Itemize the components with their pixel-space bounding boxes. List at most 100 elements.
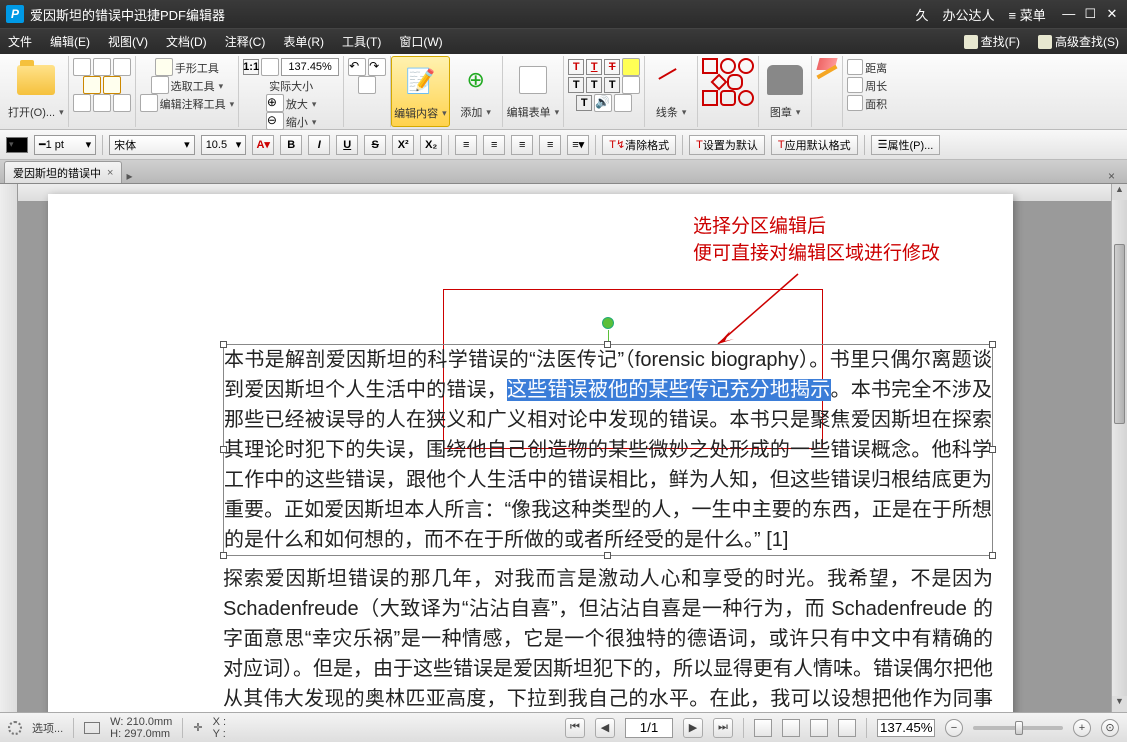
- menu-window[interactable]: 窗口(W): [399, 33, 442, 50]
- attach-icon[interactable]: [622, 76, 640, 94]
- clear-format-button[interactable]: T↯ 清除格式: [602, 135, 676, 155]
- menu-tools[interactable]: 工具(T): [342, 33, 381, 50]
- text-icon[interactable]: T: [576, 95, 592, 111]
- resize-handle-n[interactable]: [604, 341, 611, 348]
- align-more-button[interactable]: ≡▾: [567, 135, 589, 155]
- polygon-icon[interactable]: [711, 74, 728, 91]
- options-icon[interactable]: [8, 721, 22, 735]
- set-default-button[interactable]: T 设置为默认: [689, 135, 765, 155]
- print-icon[interactable]: [93, 58, 111, 76]
- fit-page-icon[interactable]: [261, 58, 279, 76]
- strike-icon[interactable]: T: [604, 59, 620, 75]
- view-facing-cont-icon[interactable]: [838, 719, 856, 737]
- strike-button[interactable]: S: [364, 135, 386, 155]
- scroll-thumb[interactable]: [1114, 244, 1125, 424]
- zoom-out-icon[interactable]: ⊖: [266, 112, 284, 130]
- rotate-right-icon[interactable]: ↷: [368, 58, 386, 76]
- align-left-button[interactable]: ≡: [455, 135, 477, 155]
- callout-icon[interactable]: T: [586, 77, 602, 93]
- fill-color-swatch[interactable]: [6, 137, 28, 153]
- roundrect-icon[interactable]: [720, 90, 736, 106]
- area-icon[interactable]: [847, 95, 863, 111]
- menu-view[interactable]: 视图(V): [108, 33, 148, 50]
- rotate-left-icon[interactable]: ↶: [348, 58, 366, 76]
- zoom-in-button[interactable]: +: [1073, 719, 1091, 737]
- underline-icon[interactable]: T: [586, 59, 602, 75]
- font-color-button[interactable]: A▾: [252, 135, 274, 155]
- resize-handle-sw[interactable]: [220, 552, 227, 559]
- next-page-button[interactable]: ▶: [683, 718, 703, 738]
- page-icon[interactable]: [358, 76, 376, 94]
- select-icon[interactable]: [151, 76, 169, 94]
- ellipse-icon[interactable]: [738, 90, 754, 106]
- zoom-in-icon[interactable]: ⊕: [266, 94, 284, 112]
- oval-icon[interactable]: [720, 58, 736, 74]
- square-icon[interactable]: [702, 90, 718, 106]
- maximize-button[interactable]: ☐: [1081, 6, 1099, 22]
- zoom-slider-thumb[interactable]: [1015, 721, 1023, 735]
- selected-text-block[interactable]: 本书是解剖爱因斯坦的科学错误的“法医传记”（forensic biography…: [223, 344, 993, 556]
- menu-file[interactable]: 文件: [8, 33, 32, 50]
- view-single-icon[interactable]: [754, 719, 772, 737]
- bold-button[interactable]: B: [280, 135, 302, 155]
- document-area[interactable]: 选择分区编辑后 便可直接对编辑区域进行修改 本书是解剖爱因斯坦的科学错误的“法医…: [18, 184, 1111, 712]
- font-size-combo[interactable]: 10.5 ▾: [201, 135, 247, 155]
- superscript-button[interactable]: X²: [392, 135, 414, 155]
- edit-comment-icon[interactable]: [140, 94, 158, 112]
- undo-icon[interactable]: [83, 76, 101, 94]
- cloud-icon[interactable]: [727, 74, 743, 90]
- prev-page-button[interactable]: ◀: [595, 718, 615, 738]
- user-label[interactable]: 办公达人: [943, 5, 995, 24]
- resize-handle-nw[interactable]: [220, 341, 227, 348]
- resize-handle-se[interactable]: [989, 552, 996, 559]
- zoom-combo[interactable]: [877, 719, 935, 737]
- resize-handle-w[interactable]: [220, 446, 227, 453]
- resize-handle-ne[interactable]: [989, 341, 996, 348]
- actual-size-icon[interactable]: 1:1: [243, 59, 259, 75]
- redo-icon[interactable]: [103, 76, 121, 94]
- document-tab[interactable]: 爱因斯坦的错误中 ×: [4, 161, 122, 183]
- underline-button[interactable]: U: [336, 135, 358, 155]
- subscript-button[interactable]: X₂: [420, 135, 442, 155]
- first-page-button[interactable]: ⏮: [565, 718, 585, 738]
- goto-icon[interactable]: [113, 94, 131, 112]
- add-group[interactable]: ⊕ 添加: [450, 56, 503, 127]
- video-icon[interactable]: [614, 94, 632, 112]
- menu-edit[interactable]: 编辑(E): [50, 33, 90, 50]
- resize-handle-e[interactable]: [989, 446, 996, 453]
- last-page-button[interactable]: ⏭: [713, 718, 733, 738]
- user-icon[interactable]: 久: [916, 5, 929, 24]
- fit-button[interactable]: ⊙: [1101, 719, 1119, 737]
- lines-group[interactable]: 线条: [645, 56, 698, 127]
- distance-icon[interactable]: [847, 59, 863, 75]
- typewriter-icon[interactable]: T: [604, 77, 620, 93]
- apply-default-button[interactable]: T 应用默认格式: [771, 135, 858, 155]
- highlight-icon[interactable]: T: [568, 59, 584, 75]
- rotate-handle[interactable]: [602, 317, 614, 329]
- open-group[interactable]: 打开(O)...: [4, 56, 69, 127]
- stamp-group[interactable]: 图章: [759, 56, 812, 127]
- mail-icon[interactable]: [113, 58, 131, 76]
- tabbar-close-icon[interactable]: ×: [1100, 169, 1123, 183]
- search-doc-icon[interactable]: [73, 94, 91, 112]
- paragraph-1-highlight[interactable]: 这些错误被他的某些传记充分地揭示: [507, 379, 830, 401]
- scroll-up-icon[interactable]: ▲: [1112, 184, 1127, 200]
- line-width-combo[interactable]: ━ 1 pt ▾: [34, 135, 96, 155]
- textbox-icon[interactable]: T: [568, 77, 584, 93]
- new-tab-button[interactable]: ▸: [126, 169, 132, 183]
- italic-button[interactable]: I: [308, 135, 330, 155]
- replace-icon[interactable]: [93, 94, 111, 112]
- hand-icon[interactable]: [155, 58, 173, 76]
- minimize-button[interactable]: —: [1060, 6, 1078, 21]
- resize-handle-s[interactable]: [604, 552, 611, 559]
- align-justify-button[interactable]: ≡: [539, 135, 561, 155]
- zoom-out-button[interactable]: −: [945, 719, 963, 737]
- find-button[interactable]: 查找(F): [964, 33, 1020, 50]
- edit-content-group[interactable]: 📝 编辑内容: [391, 56, 450, 127]
- form-group[interactable]: 编辑表单: [503, 56, 565, 127]
- view-continuous-icon[interactable]: [782, 719, 800, 737]
- font-name-combo[interactable]: 宋体 ▾: [109, 135, 195, 155]
- options-label[interactable]: 选项...: [32, 720, 63, 736]
- tab-close-icon[interactable]: ×: [107, 167, 113, 179]
- menu-form[interactable]: 表单(R): [283, 33, 324, 50]
